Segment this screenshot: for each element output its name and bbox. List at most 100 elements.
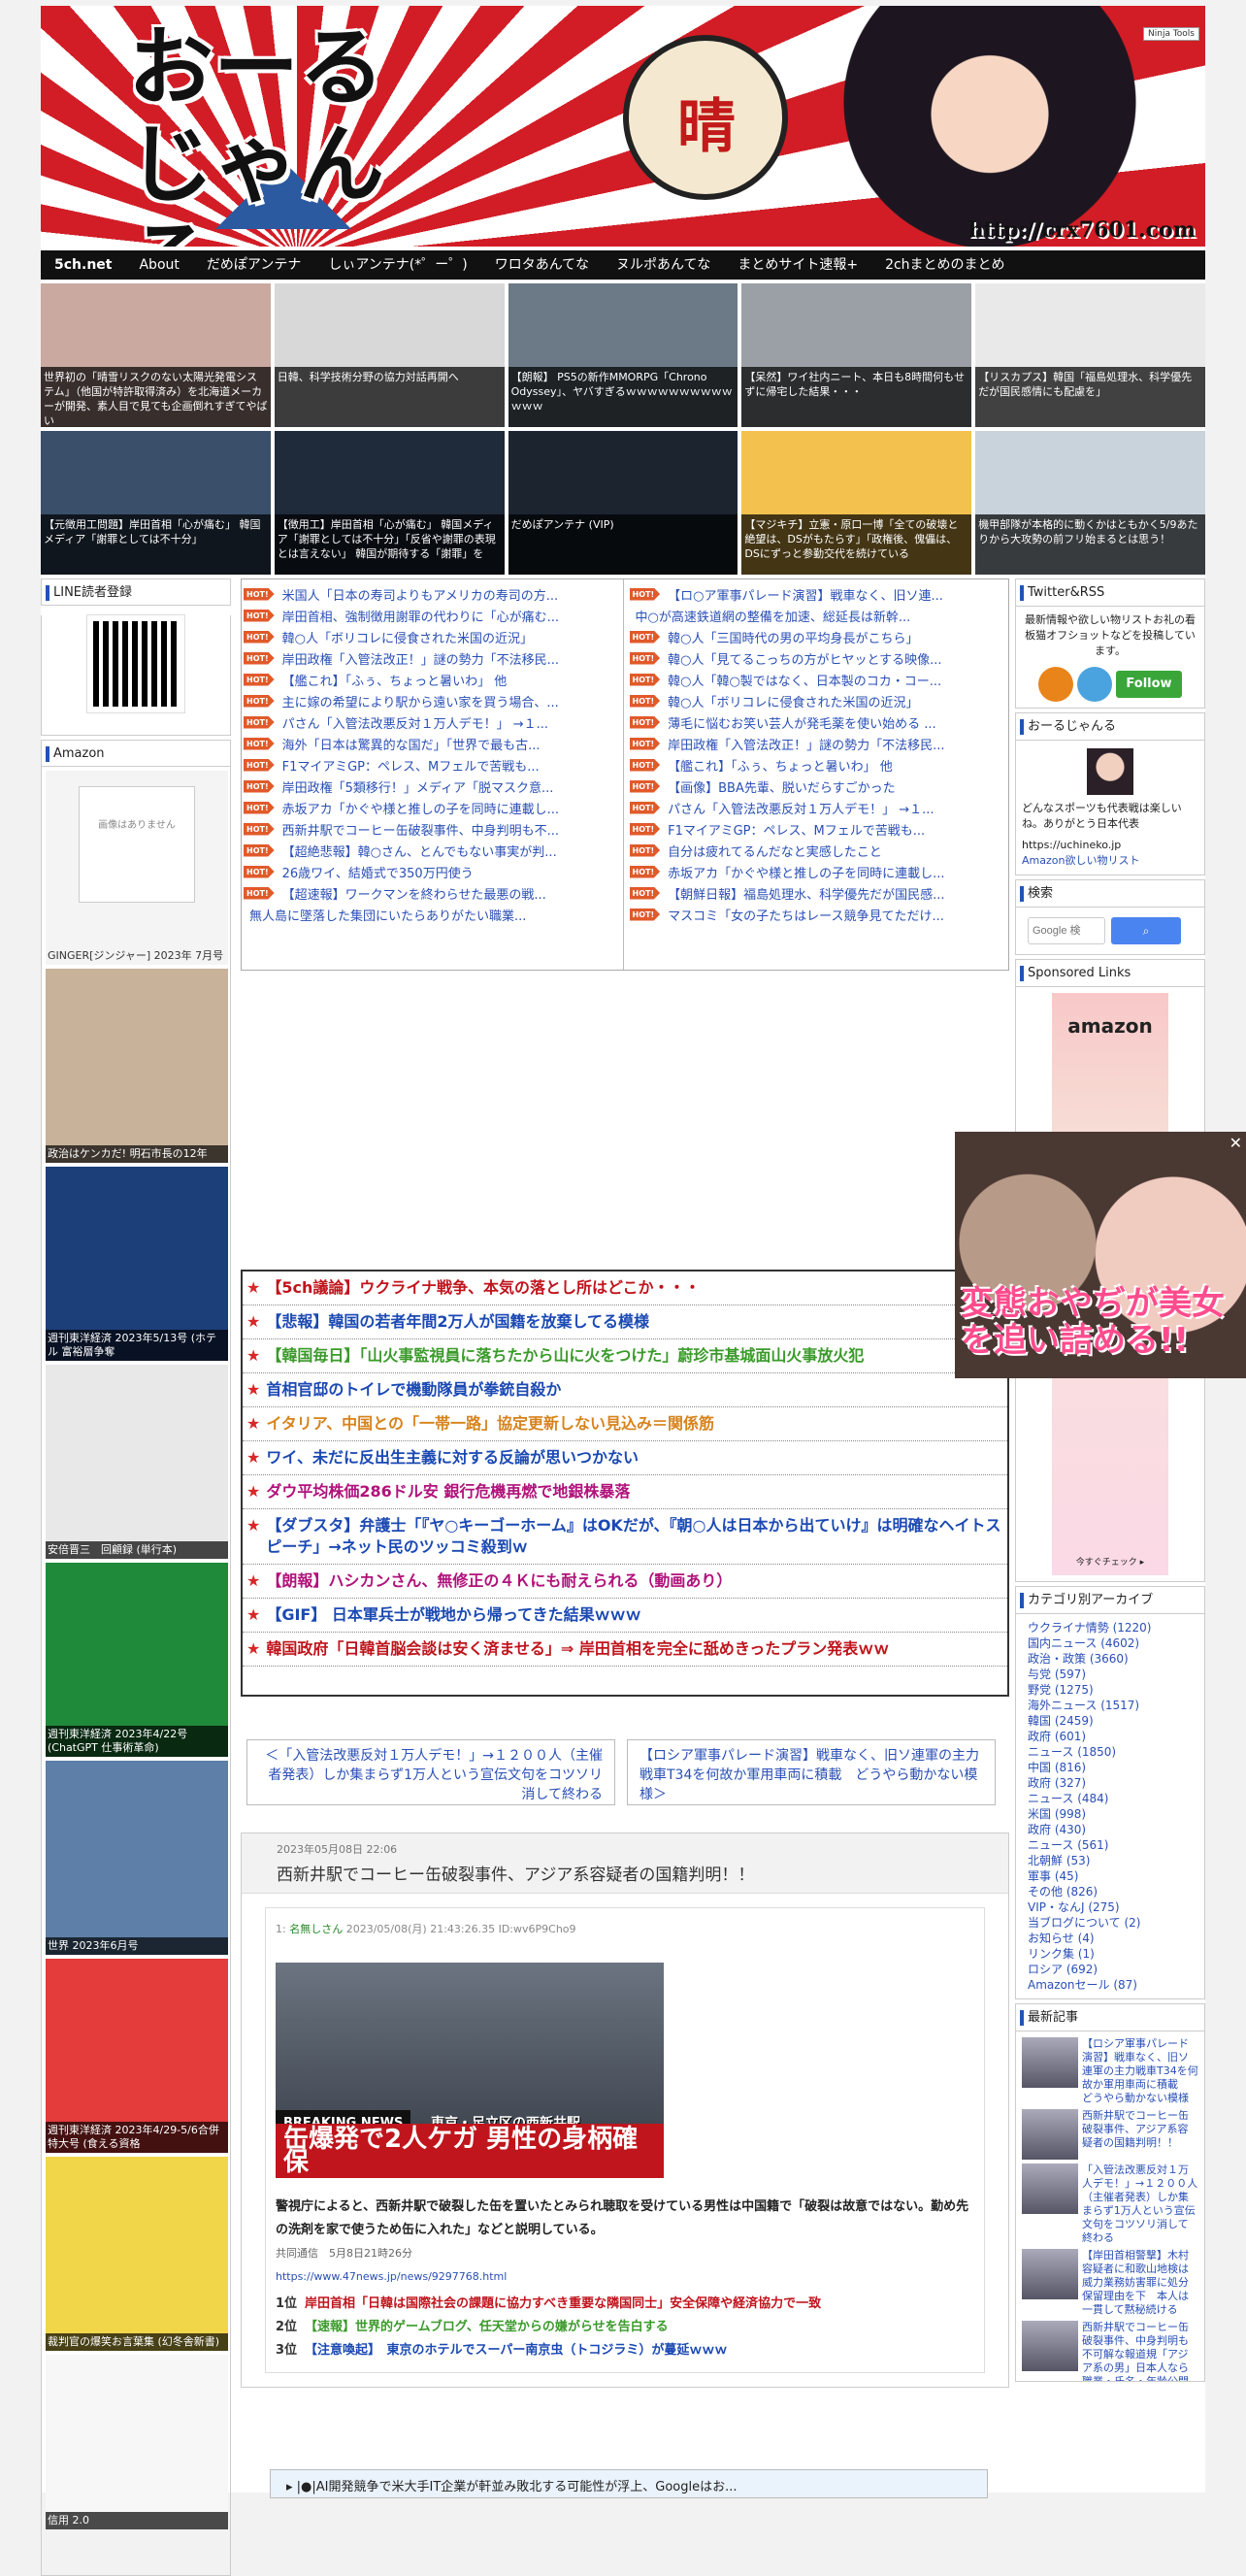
ranking-link[interactable]: 主に嫁の希望により駅から遠い家を買う場合、... — [282, 692, 559, 710]
ranking-link[interactable]: 岸田政権「5類移行！」メディア「脱マスク意... — [282, 777, 554, 796]
featured-headline[interactable]: ★ 【GIF】 日本軍兵士が戦地から帰ってきた結果ｗｗｗ — [243, 1599, 1007, 1633]
ranking-link[interactable]: 韓○人「ボリコレに侵食された米国の近況」 — [668, 692, 918, 710]
ranking-link[interactable]: パさん「入管法改悪反対１万人デモ！」 →１... — [282, 713, 548, 732]
category-link[interactable]: 中国 (816) — [1022, 1760, 1198, 1775]
category-link[interactable]: 軍事 (45) — [1022, 1868, 1198, 1884]
ranking-link[interactable]: マスコミ「女の子たちはレース競争見てただけ... — [668, 906, 944, 924]
ranking-link[interactable]: 中○が高速鉄道網の整備を加速、総延長は新幹... — [630, 607, 911, 625]
rss-icon[interactable] — [1038, 667, 1074, 702]
ranking-link[interactable]: F1マイアミGP：ペレス、Mフェルで苦戦も... — [668, 820, 925, 839]
ranking-link[interactable]: F1マイアミGP：ペレス、Mフェルで苦戦も... — [282, 756, 540, 775]
antenna-thumb[interactable]: 【呆然】ワイ社内ニート、本日も8時間何もせずに帰宅した結果・・・ — [741, 283, 972, 427]
nav-link[interactable]: ワロタあんてな — [481, 250, 603, 280]
category-link[interactable]: 野党 (1275) — [1022, 1682, 1198, 1698]
category-link[interactable]: 韓国 (2459) — [1022, 1713, 1198, 1729]
search-button[interactable]: ⌕ — [1111, 917, 1181, 944]
amazon-book[interactable]: 画像はありません GINGER[ジンジャー] 2023年 7月号 — [46, 771, 228, 965]
related-ranking-item[interactable]: 2位 【速報】世界的ゲームブログ、任天堂からの嫌がらせを告白する — [276, 2316, 974, 2339]
antenna-thumb[interactable]: 世界初の「晴雪リスクのない太陽光発電システム」（他国が特許取得済み）を北海道メー… — [41, 283, 271, 427]
category-link[interactable]: お知らせ (4) — [1022, 1931, 1198, 1946]
ranking-link[interactable]: 赤坂アカ「かぐや様と推しの子を同時に連載し... — [668, 863, 944, 881]
follow-button[interactable]: Follow — [1116, 671, 1182, 698]
prev-article-link[interactable]: ＜「入管法改悪反対１万人デモ！」→１２００人（主催者発表）しか集まらず1万人とい… — [246, 1739, 615, 1805]
amazon-book[interactable]: 週刊東洋経済 2023年5/13号 (ホテル 富裕層争奪 — [46, 1167, 228, 1361]
ranking-link[interactable]: 岸田首相、強制徴用謝罪の代わりに「心が痛む... — [282, 607, 559, 625]
amazon-book[interactable]: 裁判官の爆笑お言葉集 (幻冬舎新書) — [46, 2157, 228, 2351]
search-input[interactable] — [1028, 917, 1105, 944]
featured-headline[interactable]: ★ 【悲報】韓国の若者年間2万人が国籍を放棄してる模様 — [243, 1305, 1007, 1339]
related-ranking-item[interactable]: 3位 【注意喚起】 東京のホテルでスーパー南京虫（トコジラミ）が蔓延ｗｗｗ — [276, 2339, 974, 2362]
amazon-book[interactable]: 世界 2023年6月号 — [46, 1761, 228, 1955]
category-link[interactable]: 政府 (601) — [1022, 1729, 1198, 1744]
related-article-box[interactable]: ▸ |●|AI開発競争で米大手IT企業が軒並み敗北する可能性が浮上、Google… — [270, 2469, 988, 2498]
latest-post[interactable]: 【ロシア軍事パレード演習】戦車なく、旧ソ連軍の主力戦車T34を何故か軍用車両に積… — [1022, 2037, 1198, 2105]
ranking-link[interactable]: 【艦これ】「ふぅ、ちょっと暑いわ」 他 — [668, 756, 893, 775]
ranking-link[interactable]: 【艦これ】「ふぅ、ちょっと暑いわ」 他 — [282, 671, 508, 689]
ranking-link[interactable]: 【超絶悲報】韓○さん、とんでもない事実が判... — [282, 842, 557, 860]
category-link[interactable]: ニュース (484) — [1022, 1791, 1198, 1806]
category-link[interactable]: ウクライナ情勢 (1220) — [1022, 1620, 1198, 1635]
wishlist-link[interactable]: Amazon欲しい物リスト — [1022, 853, 1198, 869]
nav-link[interactable]: About — [125, 250, 192, 280]
category-link[interactable]: 政府 (430) — [1022, 1822, 1198, 1837]
antenna-thumb[interactable]: 【元徴用工問題】岸田首相「心が痛む」 韓国メディア「謝罪としては不十分」 — [41, 431, 271, 575]
category-link[interactable]: ニュース (1850) — [1022, 1744, 1198, 1760]
latest-post[interactable]: 西新井駅でコーヒー缶破裂事件、中身判明も不可解な報道規「アジア系の男」日本人なら… — [1022, 2321, 1198, 2381]
amazon-book[interactable]: 安倍晋三 回顧録 (単行本) — [46, 1365, 228, 1559]
ranking-link[interactable]: 赤坂アカ「かぐや様と推しの子を同時に連載し... — [282, 799, 559, 817]
amazon-book[interactable]: 週刊東洋経済 2023年4/29-5/6合併特大号 (食える資格 — [46, 1959, 228, 2153]
profile-link[interactable]: https://uchineko.jp — [1022, 838, 1198, 853]
amazon-book[interactable]: 週刊東洋経済 2023年4/22号 (ChatGPT 仕事術革命) — [46, 1563, 228, 1757]
latest-post[interactable]: 【岸田首相警撃】木村容疑者に和歌山地検は威力業務妨害罪に処分保留理由を下 本人は… — [1022, 2249, 1198, 2317]
nav-link[interactable]: だめぽアンテナ — [193, 250, 314, 280]
ranking-link[interactable]: 無人島に墜落した集団にいたらありがたい職業... — [244, 906, 526, 924]
popup-ad[interactable]: ✕ 変態おやぢが美女を追い詰める!! — [955, 1132, 1246, 1378]
category-link[interactable]: 与党 (597) — [1022, 1667, 1198, 1682]
antenna-thumb[interactable]: 【徴用工】岸田首相「心が痛む」 韓国メディア「謝罪としては不十分」「反省や謝罪の… — [274, 431, 505, 575]
category-link[interactable]: Amazonセール (87) — [1022, 1977, 1198, 1993]
featured-headline[interactable]: ★ イタリア、中国との「一帯一路」協定更新しない見込み＝関係筋 — [243, 1407, 1007, 1441]
featured-headline[interactable]: ★ ダウ平均株価286ドル安 銀行危機再燃で地銀株暴落 — [243, 1475, 1007, 1509]
amazon-book[interactable]: 政治はケンカだ! 明石市長の12年 — [46, 969, 228, 1163]
ranking-link[interactable]: 26歳ワイ、結婚式で350万円使う — [282, 863, 474, 881]
category-link[interactable]: 米国 (998) — [1022, 1806, 1198, 1822]
ranking-link[interactable]: 海外「日本は驚異的な国だ」「世界で最も古... — [282, 735, 541, 753]
next-article-link[interactable]: 【ロシア軍事パレード演習】戦車なく、旧ソ連軍の主力戦車T34を何故か軍用車両に積… — [627, 1739, 996, 1805]
featured-headline[interactable]: ★ 【朗報】ハシカンさん、無修正の４Ｋにも耐えられる（動画あり） — [243, 1565, 1007, 1599]
ranking-link[interactable]: 韓○人「三国時代の男の平均身長がこちら」 — [668, 628, 918, 646]
ranking-link[interactable]: 韓○人「韓○製ではなく、日本製のコカ・コー... — [668, 671, 941, 689]
article-source-link[interactable]: https://www.47news.jp/news/9297768.html — [276, 2265, 974, 2289]
ranking-link[interactable]: 岸田政権「入管法改正！」謎の勢力「不法移民... — [668, 735, 944, 753]
amazon-book[interactable]: 信用 2.0 — [46, 2355, 228, 2529]
ranking-link[interactable]: 西新井駅でコーヒー缶破裂事件、中身判明も不... — [282, 820, 559, 839]
antenna-thumb[interactable]: 【リスカプス】韓国「福島処理水、科学優先だが国民感情にも配慮を」 — [975, 283, 1205, 427]
featured-headline[interactable]: ★ 首相官邸のトイレで機動隊員が拳銃自殺か — [243, 1373, 1007, 1407]
ranking-link[interactable]: 自分は疲れてるんだなと実感したこと — [668, 842, 882, 860]
antenna-thumb[interactable]: だめぽアンテナ (VIP) — [508, 431, 738, 575]
category-link[interactable]: ロシア (692) — [1022, 1962, 1198, 1977]
category-link[interactable]: 海外ニュース (1517) — [1022, 1698, 1198, 1713]
nav-link[interactable]: まとめサイト速報+ — [724, 250, 871, 280]
ranking-link[interactable]: パさん「入管法改悪反対１万人デモ！」 →１... — [668, 799, 934, 817]
antenna-thumb[interactable]: 日韓、科学技術分野の協力対話再開へ — [274, 283, 505, 427]
category-link[interactable]: 政治・政策 (3660) — [1022, 1651, 1198, 1667]
latest-post[interactable]: 「入管法改悪反対１万人デモ！」→１２００人（主催者発表）しか集まらず1万人という… — [1022, 2163, 1198, 2245]
category-link[interactable]: 北朝鮮 (53) — [1022, 1853, 1198, 1868]
ranking-link[interactable]: 【超速報】ワークマンを終わらせた最悪の戦... — [282, 884, 546, 903]
ranking-link[interactable]: 【画像】BBA先輩、脱いだらすごかった — [668, 777, 895, 796]
ranking-link[interactable]: 岸田政権「入管法改正！」謎の勢力「不法移民... — [282, 649, 559, 668]
antenna-thumb[interactable]: 【朗報】 PS5の新作MMORPG「Chrono Odyssey」、ヤバすぎるｗ… — [508, 283, 738, 427]
site-logo[interactable]: おーるじゃんる — [128, 19, 419, 248]
nav-link[interactable]: ヌルポあんてな — [603, 250, 724, 280]
antenna-thumb[interactable]: 【マジキチ】立憲・原口一博「全ての破壊と絶望は、DSがもたらす」「政権後、傀儡は… — [741, 431, 972, 575]
ranking-link[interactable]: 韓○人「見てるこっちの方がヒヤッとする映像... — [668, 649, 941, 668]
twitter-icon[interactable] — [1077, 667, 1113, 702]
featured-headline[interactable]: ★ 【韓国毎日】「山火事監視員に落ちたから山に火をつけた」蔚珍市基城面山火事放火犯 — [243, 1339, 1007, 1373]
featured-headline[interactable]: ★ 【ダブスタ】弁護士「『ヤ○キーゴーホーム』はOKだが、『朝○人は日本から出てい… — [243, 1509, 1007, 1565]
featured-headline[interactable]: ★ 【5ch議論】ウクライナ戦争、本気の落とし所はどこか・・・ — [243, 1271, 1007, 1305]
nav-link[interactable]: 2chまとめのまとめ — [871, 250, 1018, 280]
ranking-link[interactable]: 【ロ○ア軍事パレード演習】戦車なく、旧ソ連... — [668, 585, 943, 604]
category-link[interactable]: 国内ニュース (4602) — [1022, 1635, 1198, 1651]
antenna-thumb[interactable]: 機甲部隊が本格的に動くかはともかく5/9あたりから大攻勢の前フリ始まるとは思う！ — [975, 431, 1205, 575]
category-link[interactable]: 政府 (327) — [1022, 1775, 1198, 1791]
